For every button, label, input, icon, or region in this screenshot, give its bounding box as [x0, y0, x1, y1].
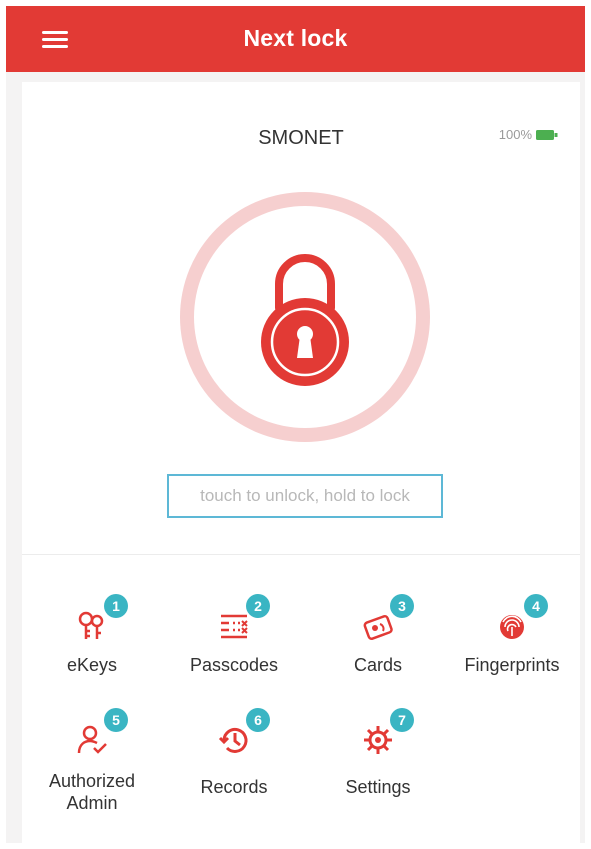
- feature-fingerprints[interactable]: 4 Fingerprints: [442, 594, 582, 676]
- unlock-button-ring: [180, 192, 430, 442]
- lock-hint: touch to unlock, hold to lock: [167, 474, 443, 518]
- feature-icon-wrap: 4: [492, 594, 548, 646]
- padlock-icon: [261, 254, 349, 386]
- count-badge: 4: [524, 594, 548, 618]
- app-screen: Next lock SMONET 100% touch to unlock, h…: [6, 6, 585, 843]
- feature-icon-wrap: 2: [214, 594, 270, 646]
- count-badge: 7: [390, 708, 414, 732]
- feature-authorized-admin[interactable]: 5 Authorized Admin: [22, 708, 162, 814]
- feature-icon-wrap: 3: [358, 594, 414, 646]
- feature-label: Settings: [345, 777, 411, 797]
- card-icon: [363, 614, 393, 640]
- feature-label: eKeys: [66, 655, 118, 675]
- feature-cards[interactable]: 3 Cards: [308, 594, 448, 676]
- count-badge: 2: [246, 594, 270, 618]
- feature-label: Fingerprints: [464, 655, 560, 675]
- gear-icon: [364, 726, 392, 754]
- unlock-button[interactable]: [194, 206, 416, 428]
- feature-label: Authorized Admin: [48, 771, 136, 813]
- device-name: SMONET: [258, 127, 344, 149]
- feature-label: Passcodes: [189, 655, 279, 675]
- lock-card: SMONET 100% touch to unlock, hold to loc…: [22, 82, 580, 843]
- battery-level: 100%: [498, 127, 532, 142]
- key-icon: [78, 611, 104, 639]
- passcode-list-icon: [221, 614, 248, 639]
- divider: [22, 554, 580, 555]
- feature-icon-wrap: 1: [72, 594, 128, 646]
- feature-icon-wrap: 6: [214, 708, 270, 760]
- fingerprint-icon: [500, 615, 524, 639]
- app-title: Next lock: [243, 25, 348, 51]
- feature-passcodes[interactable]: 2 Passcodes: [164, 594, 304, 676]
- count-badge: 3: [390, 594, 414, 618]
- feature-label: Cards: [353, 655, 402, 675]
- count-badge: 1: [104, 594, 128, 618]
- battery-status: 100%: [499, 127, 558, 142]
- app-bar: Next lock: [6, 6, 585, 72]
- feature-settings[interactable]: 7 Settings: [308, 708, 448, 798]
- feature-icon-wrap: 5: [72, 708, 128, 760]
- feature-ekeys[interactable]: 1 eKeys: [22, 594, 162, 676]
- history-icon: [218, 727, 248, 753]
- admin-user-icon: [77, 725, 107, 754]
- battery-icon: [536, 129, 558, 140]
- count-badge: 5: [104, 708, 128, 732]
- count-badge: 6: [246, 708, 270, 732]
- feature-label: Records: [200, 777, 268, 797]
- feature-records[interactable]: 6 Records: [164, 708, 304, 798]
- feature-icon-wrap: 7: [358, 708, 414, 760]
